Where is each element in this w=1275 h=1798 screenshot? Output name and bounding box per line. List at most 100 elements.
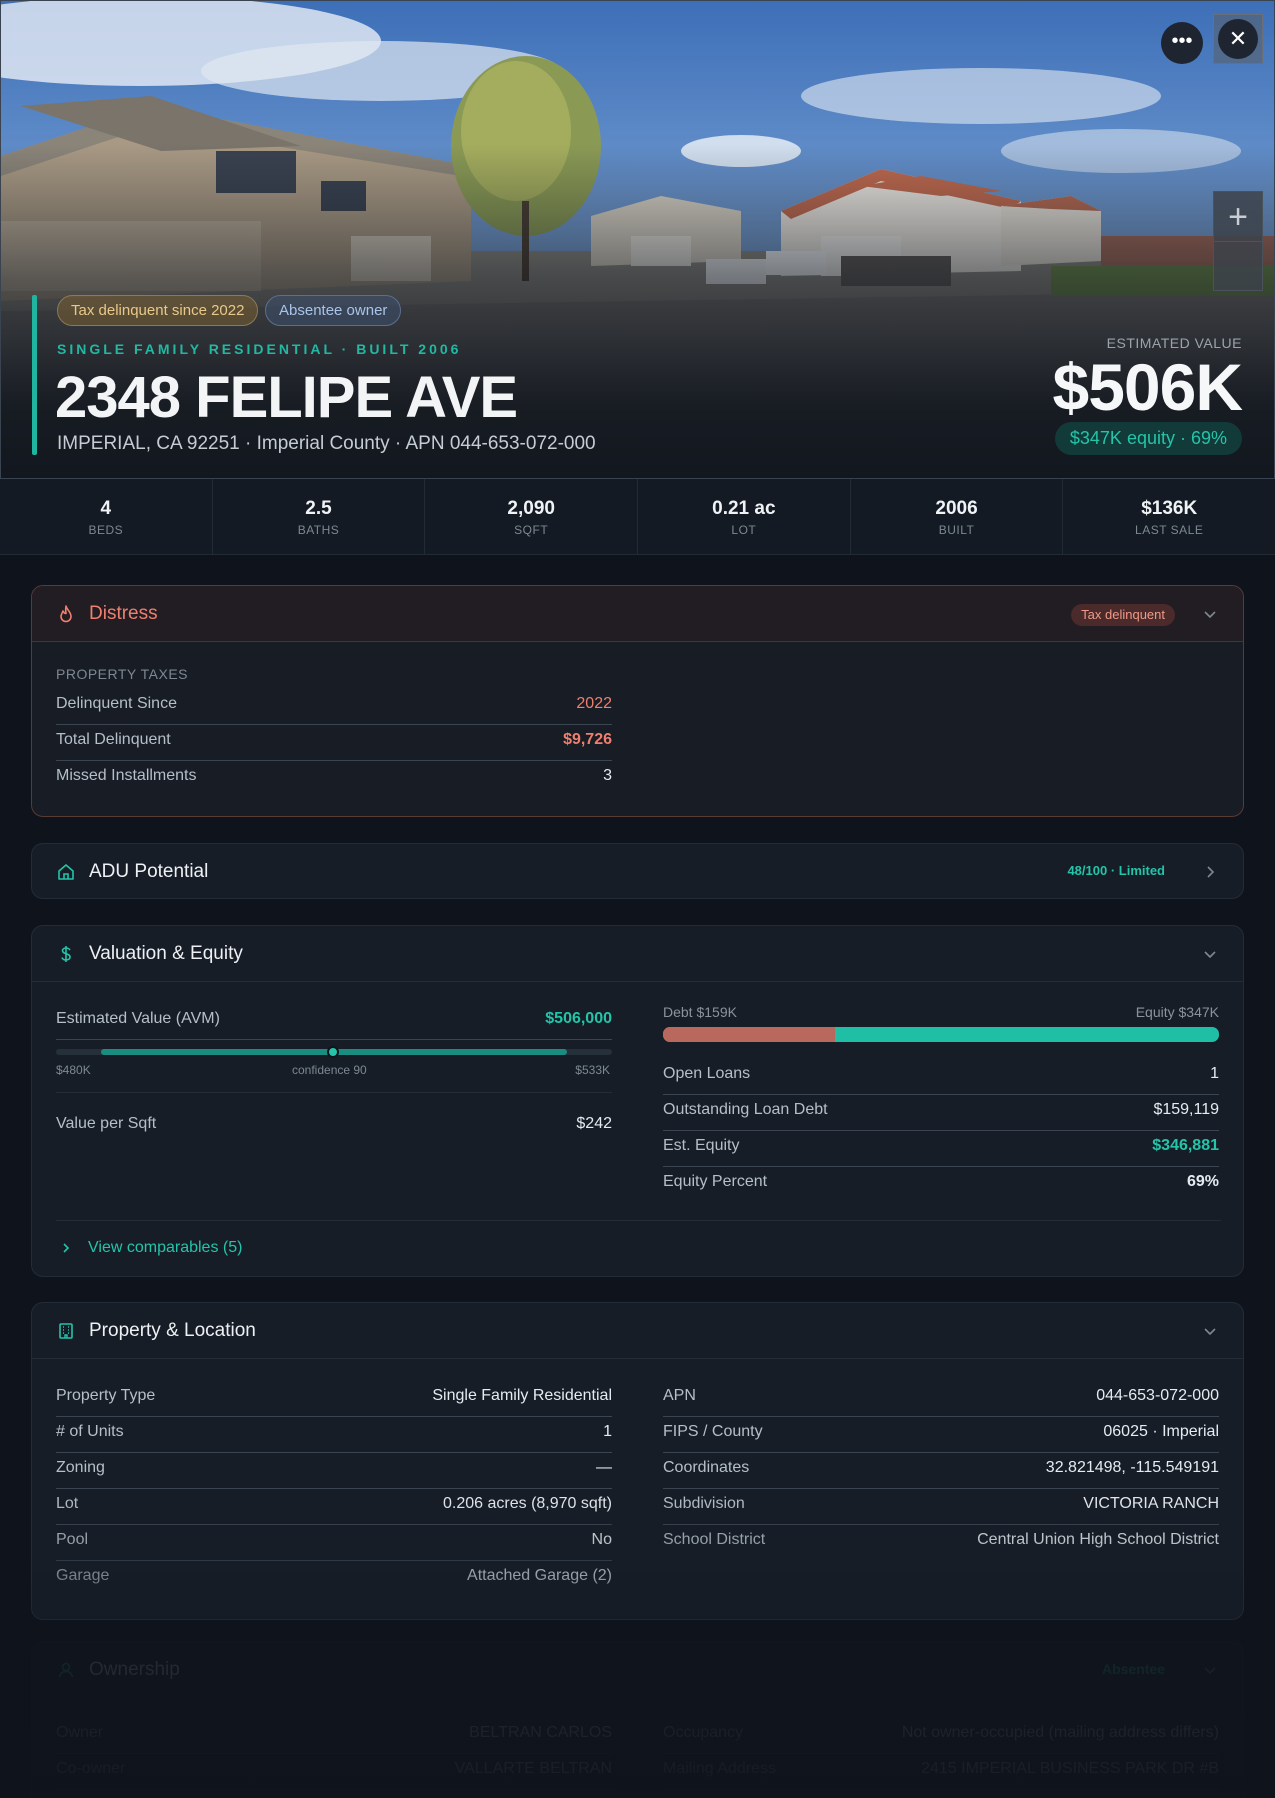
more-options-button[interactable]: ••• [1161,22,1203,64]
row-value: $159,119 [1153,1101,1219,1118]
row-label: FIPS / County [663,1423,763,1440]
row-value: No [591,1531,612,1548]
property-location: IMPERIAL, CA 92251 · Imperial County · A… [57,433,596,454]
row-value: $346,881 [1152,1137,1219,1154]
property-subtitle: SINGLE FAMILY RESIDENTIAL · BUILT 2006 [57,341,462,357]
badge-absentee-owner: Absentee owner [265,295,402,326]
debt-segment [663,1027,836,1042]
debt-equity-bar [663,1027,1219,1042]
chevron-right-icon[interactable] [1201,863,1219,881]
est-equity-row: Est. Equity $346,881 [663,1131,1219,1167]
stat-value: $136K [1141,498,1198,519]
row-label: Open Loans [663,1065,751,1082]
avm-estimate-marker [327,1046,339,1058]
user-icon [58,1662,74,1678]
row-value: 32.821498, -115.549191 [1045,1459,1219,1476]
equity-percent-row: Equity Percent 69% [663,1167,1219,1203]
view-comparables-link[interactable]: View comparables (5) [60,1239,242,1257]
row-value: Central Union High School District [977,1531,1219,1548]
distress-row-missed-installments: Missed Installments 3 [56,761,612,797]
row-value: Attached Garage (2) [467,1567,612,1584]
avm-row: Estimated Value (AVM) $506,000 [56,1004,612,1040]
property-taxes-label: PROPERTY TAXES [56,666,189,682]
stat-value: 2,090 [507,498,555,519]
garage-row: Garage Attached Garage (2) [56,1561,612,1597]
row-value: $506,000 [545,1010,612,1027]
ownership-card-header[interactable]: Ownership Absentee [32,1642,1243,1698]
row-label: Outstanding Loan Debt [663,1101,828,1118]
property-card-header[interactable]: Property & Location [32,1303,1243,1359]
property-hero: ••• ✕ + Tax delinquent since 2022 Absent… [0,0,1275,479]
badge-tax-delinquent: Tax delinquent since 2022 [57,295,259,326]
range-high-label: $533K [575,1063,610,1077]
stat-built: 2006 BUILT [851,479,1064,554]
chevron-right-icon [63,1243,70,1253]
distress-card-header[interactable]: Distress Tax delinquent [32,586,1243,642]
adu-score: 48/100 · Limited [1067,863,1165,878]
co-owner-row: Co-owner VALLARTE BELTRAN [56,1754,612,1790]
row-value: Not owner-occupied (mailing address diff… [901,1724,1219,1741]
row-label: Lot [56,1495,79,1512]
stat-value: 0.21 ac [712,498,776,519]
stat-label: BUILT [938,523,975,537]
ellipsis-icon: ••• [1171,30,1193,52]
row-value: — [596,1459,612,1476]
row-value: 0.206 acres (8,970 sqft) [443,1495,612,1512]
building-icon [59,1323,73,1339]
avm-confidence-range-bar [56,1046,612,1058]
row-label: School District [663,1531,766,1548]
row-value: 1 [1210,1065,1219,1082]
row-label: Value per Sqft [56,1115,157,1132]
zoning-row: Zoning — [56,1453,612,1489]
estimated-value: $506K [1052,350,1243,424]
row-label: Total Delinquent [56,731,171,748]
stat-value: 2006 [935,498,978,519]
adu-title: ADU Potential [89,861,209,882]
row-value: VICTORIA RANCH [1083,1495,1219,1512]
chevron-down-icon[interactable] [1201,1661,1219,1679]
apn-row: APN 044-653-072-000 [663,1381,1219,1417]
distress-tag: Tax delinquent [1071,604,1175,626]
row-label: Estimated Value (AVM) [56,1010,220,1027]
row-value: Single Family Residential [432,1387,612,1404]
row-label: Zoning [56,1459,105,1476]
row-value: VALLARTE BELTRAN [454,1760,612,1777]
row-label: Property Type [56,1387,156,1404]
chevron-down-icon[interactable] [1201,945,1219,963]
valuation-title: Valuation & Equity [89,943,243,964]
row-label: Equity Percent [663,1173,768,1190]
chevron-down-icon[interactable] [1201,1322,1219,1340]
row-label: Delinquent Since [56,695,177,712]
row-label: Garage [56,1567,110,1584]
close-button[interactable]: ✕ [1213,14,1263,64]
stat-label: LOT [731,523,757,537]
ownership-card: Ownership Absentee Owner BELTRAN CARLOS … [31,1641,1244,1798]
zoom-out-button[interactable] [1214,242,1262,290]
school-district-row: School District Central Union High Schoo… [663,1525,1219,1561]
row-label: Occupancy [663,1724,744,1741]
adu-potential-card[interactable]: ADU Potential 48/100 · Limited [31,843,1244,899]
distress-row-delinquent-since: Delinquent Since 2022 [56,689,612,725]
subdivision-row: Subdivision VICTORIA RANCH [663,1489,1219,1525]
close-icon: ✕ [1218,19,1258,59]
row-value: $9,726 [563,731,612,748]
units-row: # of Units 1 [56,1417,612,1453]
chevron-down-icon[interactable] [1201,605,1219,623]
valuation-card-header[interactable]: Valuation & Equity [32,926,1243,982]
fips-row: FIPS / County 06025 · Imperial [663,1417,1219,1453]
open-loans-row: Open Loans 1 [663,1059,1219,1095]
dollar-icon [61,946,71,962]
row-value: 06025 · Imperial [1103,1423,1219,1440]
range-low-label: $480K [56,1063,91,1077]
adu-card-header[interactable]: ADU Potential 48/100 · Limited [32,844,1243,898]
valuation-equity-card: Valuation & Equity Estimated Value (AVM)… [31,925,1244,1277]
stat-label: BEDS [88,523,124,537]
row-label: Mailing Address [663,1760,776,1777]
row-value: 3 [603,767,612,784]
row-label: # of Units [56,1423,124,1440]
property-location-card: Property & Location Property Type Single… [31,1302,1244,1620]
coordinates-row: Coordinates 32.821498, -115.549191 [663,1453,1219,1489]
occupancy-row: Occupancy Not owner-occupied (mailing ad… [663,1718,1219,1754]
stat-label: BATHS [297,523,340,537]
zoom-in-button[interactable]: + [1214,192,1262,242]
